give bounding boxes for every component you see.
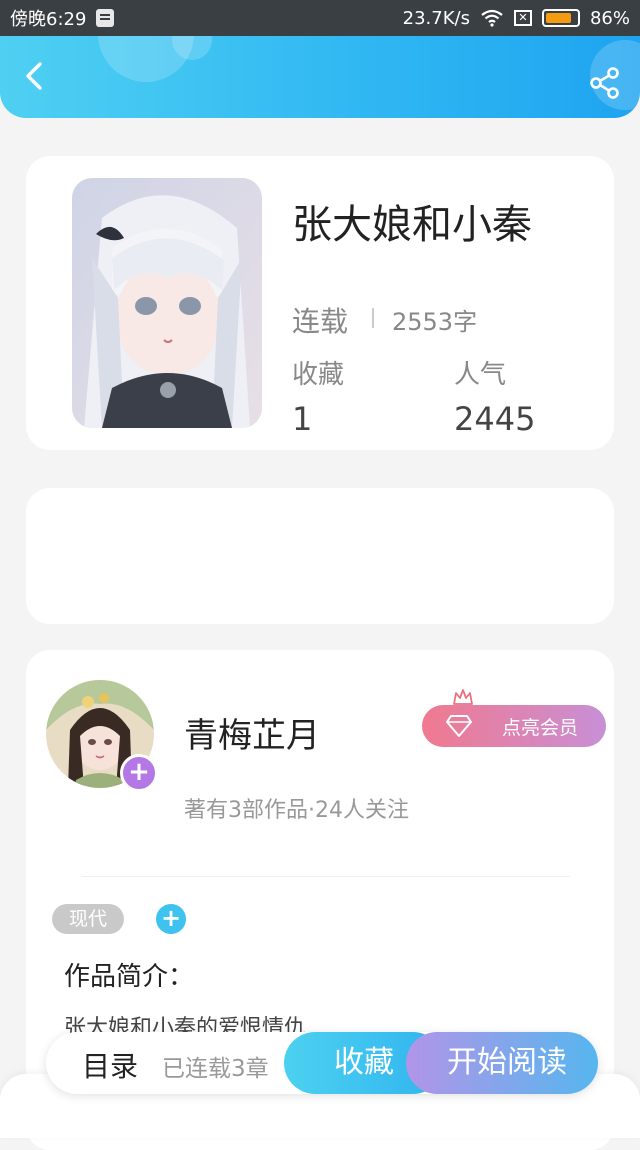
- book-info-card: 张大娘和小秦 连载 2553字 收藏 人气 1 2445: [26, 156, 614, 450]
- follow-author-button[interactable]: +: [120, 754, 158, 792]
- popularity-label: 人气: [454, 360, 507, 390]
- favorites-label: 收藏: [292, 360, 345, 390]
- serial-status: 连载: [292, 305, 349, 338]
- header: [0, 36, 640, 118]
- diamond-icon: [446, 715, 472, 737]
- author-name[interactable]: 青梅芷月: [184, 708, 320, 757]
- vip-button[interactable]: 点亮会员: [422, 705, 606, 747]
- book-cover-image[interactable]: [72, 178, 262, 428]
- bottom-action-bar: 目录 已连载3章 收藏 开始阅读: [46, 1032, 598, 1094]
- word-count: 2553字: [392, 308, 478, 336]
- back-button[interactable]: [18, 58, 54, 94]
- favorites-value: 1: [292, 400, 313, 438]
- sim-icon: ✕: [513, 10, 532, 26]
- vip-label: 点亮会员: [501, 716, 578, 739]
- status-divider: [372, 308, 374, 328]
- intro-title: 作品简介：: [64, 962, 195, 992]
- wifi-icon: [481, 9, 503, 27]
- genre-tag[interactable]: 现代: [52, 904, 124, 934]
- battery-percent: 86%: [589, 7, 630, 29]
- status-left: 傍晚6:29: [10, 5, 115, 31]
- book-title: 张大娘和小秦: [292, 202, 532, 248]
- crown-icon: [453, 689, 473, 705]
- add-tag-button[interactable]: +: [156, 904, 186, 934]
- share-button[interactable]: [588, 66, 622, 100]
- popularity-value: 2445: [454, 400, 536, 438]
- network-speed: 23.7K/s: [402, 7, 470, 29]
- start-reading-button[interactable]: 开始阅读: [406, 1032, 598, 1094]
- status-bar: 傍晚6:29 23.7K/s ✕ 86%: [0, 0, 640, 36]
- status-right: 23.7K/s ✕ 86%: [403, 8, 630, 29]
- author-stats: 著有3部作品·24人关注: [184, 798, 409, 823]
- divider: [82, 876, 570, 877]
- chapters-count: 已连载3章: [162, 1056, 269, 1082]
- battery-icon: [541, 9, 580, 27]
- status-time: 傍晚6:29: [10, 9, 87, 30]
- battery-fill: [545, 13, 572, 23]
- blank-card: [26, 488, 614, 624]
- table-of-contents-button[interactable]: 目录: [82, 1045, 138, 1085]
- notification-icon: [96, 9, 115, 27]
